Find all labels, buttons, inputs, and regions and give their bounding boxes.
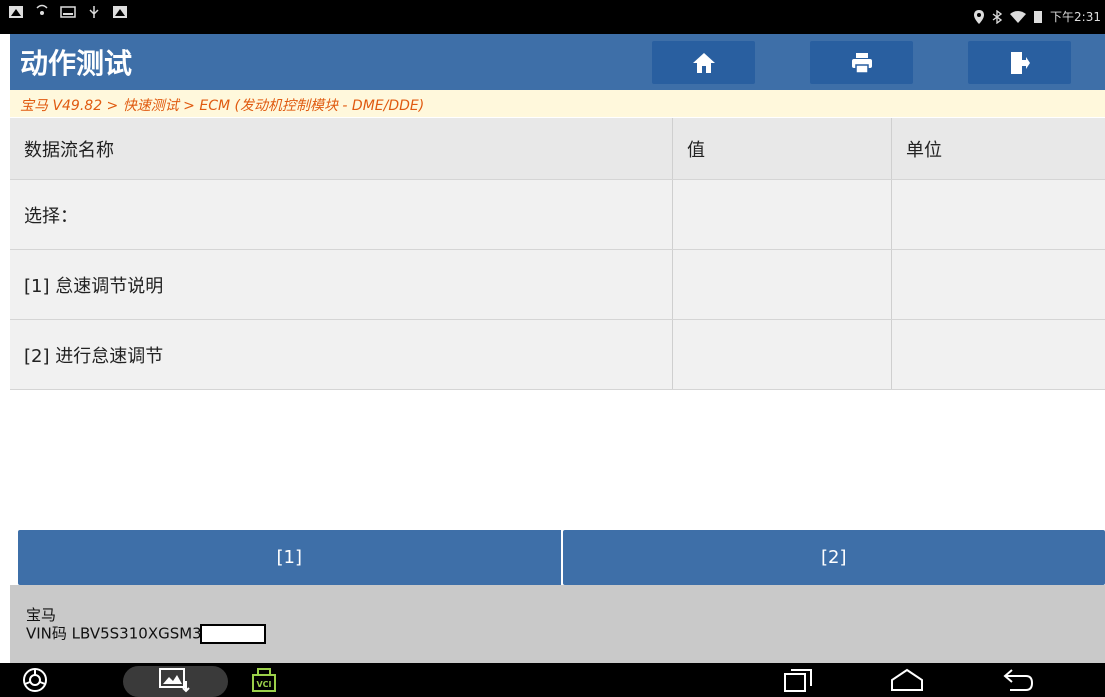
notification-icon [9,6,23,18]
back-button[interactable] [1002,668,1034,692]
vin-text: VIN码 LBV5S310XGSM3 [26,624,202,643]
home-button[interactable] [652,41,755,84]
gallery-button[interactable] [158,667,190,693]
image-icon [60,6,76,18]
exit-button[interactable] [968,41,1071,84]
page-title: 动作测试 [20,47,133,80]
usb-icon [89,6,99,18]
hotspot-icon [36,4,48,15]
vci-icon: VCI [252,668,276,692]
vci-button[interactable]: VCI [251,667,277,693]
row-value-cell [672,180,891,249]
breadcrumb: 宝马 V49.82 > 快速测试 > ECM (发动机控制模块 - DME/DD… [10,90,1105,117]
home-icon [692,52,715,73]
gallery-icon [159,668,190,693]
option-1-button[interactable]: [1] [18,530,563,585]
location-icon [974,9,985,24]
vci-label: VCI [256,680,271,689]
vehicle-info: 宝马 VIN码 LBV5S310XGSM3 [10,585,1105,663]
recent-apps-button[interactable] [783,668,813,692]
vehicle-make: 宝马 [26,606,57,624]
table-row[interactable]: [2] 进行怠速调节 [10,320,1105,390]
action-bar: [1] [2] [18,530,1105,585]
recent-apps-icon [784,669,812,692]
row-unit-cell [891,250,1105,319]
notification-icon [113,6,127,18]
battery-icon [1034,11,1043,23]
vin-redaction-box [199,624,266,644]
exit-icon [1010,51,1030,74]
status-right-icons: 下午2:31 [974,8,1101,25]
data-table: 数据流名称 值 单位 选择： [1] 怠速调节说明 [2] 进行怠速调节 [10,118,1105,390]
status-left-icons [8,4,128,20]
column-header-unit: 单位 [891,118,1105,179]
home-nav-icon [891,668,923,691]
row-name-cell[interactable]: [1] 怠速调节说明 [10,250,672,319]
browser-icon [23,668,47,692]
bluetooth-icon [992,9,1003,24]
app-header: 动作测试 [10,34,1105,90]
status-bar: 下午2:31 [0,0,1105,34]
table-row[interactable]: [1] 怠速调节说明 [10,250,1105,320]
print-icon [851,52,872,74]
row-name-cell[interactable]: [2] 进行怠速调节 [10,320,672,389]
row-value-cell [672,250,891,319]
row-unit-cell [891,320,1105,389]
print-button[interactable] [810,41,913,84]
column-header-value: 值 [672,118,891,179]
vin-line: VIN码 LBV5S310XGSM3 [26,624,1105,644]
option-2-button[interactable]: [2] [562,530,1105,585]
table-header: 数据流名称 值 单位 [10,118,1105,180]
home-nav-button[interactable] [890,668,924,692]
row-name-cell: 选择： [24,205,78,227]
status-time: 下午2:31 [1050,10,1101,24]
browser-button[interactable] [22,667,48,693]
row-unit-cell [891,180,1105,249]
wifi-icon [1010,10,1027,23]
row-value-cell [672,320,891,389]
table-row: 选择： [10,180,1105,250]
back-icon [1003,669,1034,691]
column-header-name: 数据流名称 [24,139,114,161]
